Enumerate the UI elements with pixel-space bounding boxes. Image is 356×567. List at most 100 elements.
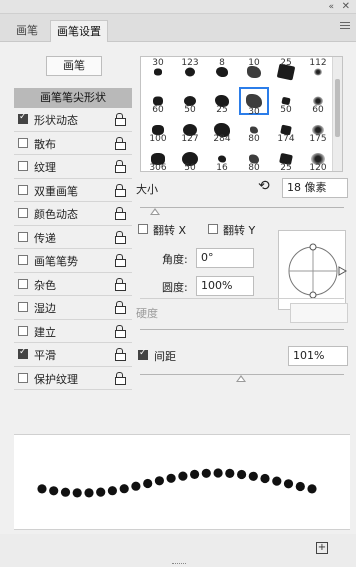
stroke-dab [131, 481, 141, 491]
brush-preset[interactable]: 120 [303, 145, 333, 172]
hardness-input [290, 303, 348, 323]
brush-preset[interactable]: 123 [175, 58, 205, 86]
brush-tip-shape-header[interactable]: 画笔笔尖形状 [14, 88, 132, 108]
brush-preset[interactable]: 100 [143, 116, 173, 144]
option-checkbox[interactable] [18, 231, 28, 242]
brush-preset[interactable]: 16 [207, 145, 237, 171]
brush-preset[interactable]: 284 [207, 116, 237, 144]
brush-preset-grid[interactable]: 30 123 8 10 25 112 60 50 25 30 50 60 100 127 284 80 174 1… [140, 56, 343, 172]
option-checkbox[interactable] [18, 347, 28, 359]
option-row[interactable]: 纹理 [14, 155, 132, 179]
brush-size-number: 25 [280, 163, 292, 172]
brush-preset[interactable]: 50 [175, 87, 205, 115]
option-row[interactable]: 平滑 [14, 343, 132, 367]
brush-preset[interactable]: 10 [239, 58, 269, 86]
brush-preset[interactable]: 25 [271, 145, 301, 172]
lock-icon[interactable] [115, 160, 126, 173]
option-checkbox[interactable] [18, 278, 28, 289]
lock-icon[interactable] [115, 371, 126, 385]
hardness-slider-track [140, 329, 344, 330]
option-row[interactable]: 杂色 [14, 273, 132, 296]
lock-icon[interactable] [115, 207, 126, 220]
lock-icon[interactable] [115, 113, 126, 126]
option-row[interactable]: 建立 [14, 320, 132, 343]
option-label: 散布 [34, 137, 56, 151]
brush-preset[interactable]: 25 [207, 87, 237, 115]
option-checkbox[interactable] [18, 208, 28, 218]
brush-preset[interactable]: 25 [271, 58, 301, 86]
spacing-row: 间距 101% [134, 346, 350, 366]
brush-preset[interactable]: 60 [143, 87, 173, 115]
option-checkbox[interactable] [18, 372, 28, 383]
option-checkbox[interactable] [18, 255, 28, 265]
option-label: 平滑 [34, 349, 56, 362]
lock-icon[interactable] [115, 277, 126, 291]
brush-preset[interactable]: 80 [239, 116, 269, 144]
brushes-button[interactable]: 画笔 [46, 56, 102, 76]
panel-menu-icon[interactable] [340, 22, 350, 32]
stroke-preview [14, 434, 350, 530]
stroke-dab [166, 473, 176, 483]
angle-input[interactable]: 0° [196, 248, 254, 268]
lock-icon[interactable] [115, 183, 126, 197]
brush-preset[interactable]: 112 [303, 58, 333, 86]
angle-row: 角度: 0° [162, 248, 262, 268]
option-checkbox[interactable] [18, 112, 28, 124]
brush-preset[interactable]: 8 [207, 58, 237, 86]
size-input[interactable]: 18 像素 [282, 178, 348, 198]
brush-preset[interactable]: 30 [239, 87, 269, 117]
tab-brushes[interactable]: 画笔 [10, 20, 44, 42]
lock-icon[interactable] [115, 254, 126, 267]
spacing-slider-handle[interactable] [236, 375, 246, 382]
option-row[interactable]: 传递 [14, 226, 132, 249]
brush-size-number: 120 [309, 163, 327, 172]
roundness-input[interactable]: 100% [196, 276, 254, 296]
tab-brush-settings[interactable]: 画笔设置 [50, 20, 108, 42]
option-checkbox[interactable] [18, 161, 28, 171]
option-row[interactable]: 散布 [14, 132, 132, 155]
brush-preset[interactable]: 80 [239, 145, 269, 171]
brush-preset[interactable]: 50 [175, 145, 205, 171]
brush-preset[interactable]: 175 [303, 116, 333, 144]
option-row[interactable]: 颜色动态 [14, 202, 132, 226]
brush-preset[interactable]: 306 [143, 145, 173, 171]
lock-icon[interactable] [115, 348, 126, 361]
reset-size-icon[interactable]: ⟲ [258, 178, 270, 194]
brush-preset[interactable]: 174 [271, 116, 301, 144]
stroke-dab [213, 468, 223, 478]
lock-icon[interactable] [115, 324, 126, 338]
option-row[interactable]: 湿边 [14, 296, 132, 320]
option-label: 纹理 [34, 161, 56, 174]
brush-preset[interactable]: 30 [143, 58, 173, 86]
option-row[interactable]: 形状动态 [14, 108, 132, 132]
option-row[interactable]: 双重画笔 [14, 179, 132, 202]
option-label: 形状动态 [34, 114, 78, 127]
lock-icon[interactable] [115, 136, 126, 150]
brush-preset[interactable]: 50 [271, 87, 301, 115]
preset-scrollbar[interactable] [332, 57, 342, 171]
option-row[interactable]: 保护纹理 [14, 367, 132, 390]
lock-icon[interactable] [115, 301, 126, 314]
brush-preset[interactable]: 127 [175, 116, 205, 144]
panel-tabs: 画笔 画笔设置 [0, 14, 356, 42]
spacing-input[interactable]: 101% [288, 346, 348, 366]
option-checkbox[interactable] [18, 302, 28, 312]
close-icon[interactable]: ✕ [342, 0, 350, 14]
option-row[interactable]: 画笔笔势 [14, 249, 132, 273]
option-checkbox[interactable] [18, 325, 28, 336]
option-checkbox[interactable] [18, 137, 28, 148]
brush-size-number: 60 [312, 105, 324, 115]
brush-preset[interactable]: 60 [303, 87, 333, 115]
size-slider-track[interactable] [140, 207, 344, 208]
resize-grip[interactable] [172, 563, 186, 565]
option-label: 双重画笔 [34, 184, 78, 198]
option-checkbox[interactable] [18, 184, 28, 195]
size-slider-handle[interactable] [150, 208, 160, 215]
option-label: 湿边 [34, 302, 56, 315]
new-brush-icon[interactable]: + [316, 542, 328, 554]
double-chevron-icon[interactable]: « [328, 0, 334, 14]
brush-tip-thumbnail [216, 67, 228, 77]
lock-icon[interactable] [115, 230, 126, 244]
brush-tip-thumbnail [154, 68, 162, 76]
spacing-checkbox[interactable] [138, 348, 148, 360]
